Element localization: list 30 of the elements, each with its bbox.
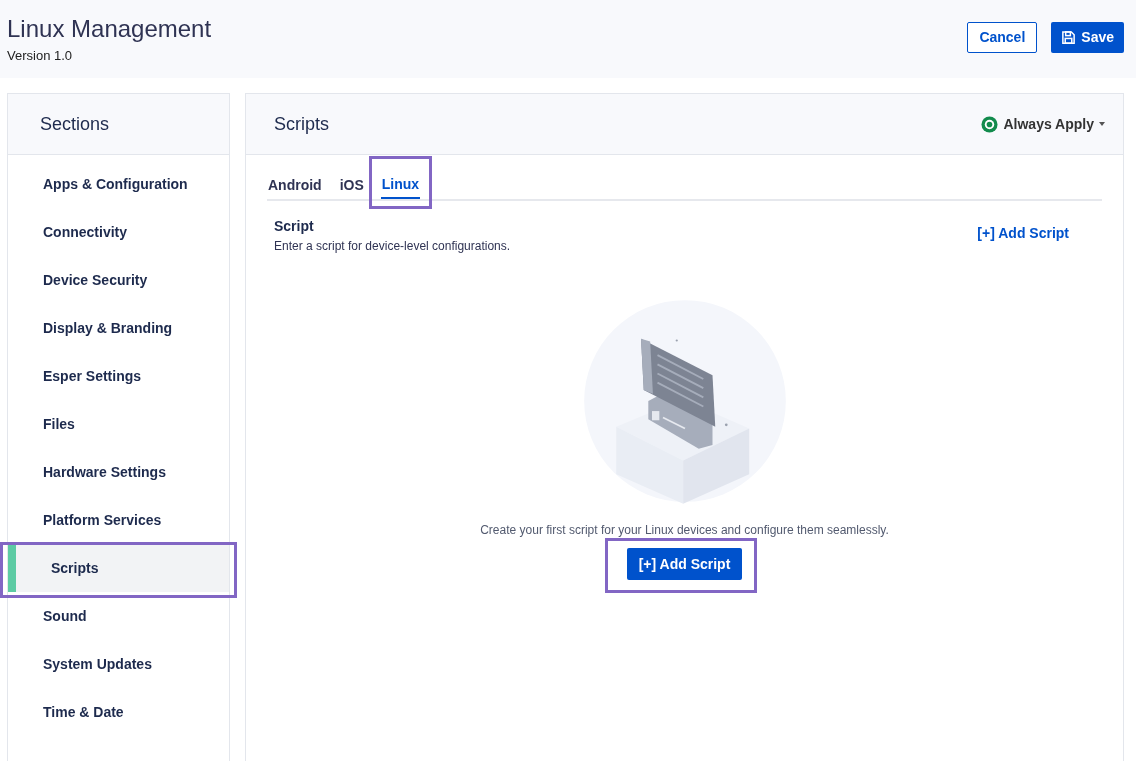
- section-item[interactable]: Esper Settings: [8, 352, 229, 400]
- save-button[interactable]: Save: [1051, 22, 1124, 53]
- empty-message: Create your first script for your Linux devices and configure them seamlessly.: [480, 522, 889, 539]
- version-label: Version 1.0: [7, 47, 74, 65]
- section-item[interactable]: System Updates: [8, 640, 229, 688]
- platform-tab[interactable]: Android: [267, 171, 323, 199]
- section-item[interactable]: Apps & Configuration: [8, 160, 229, 208]
- panel-title: Scripts: [274, 112, 329, 136]
- sections-title: Sections: [40, 112, 110, 136]
- section-item[interactable]: Files: [8, 400, 229, 448]
- caret-icon: [1099, 122, 1105, 126]
- platform-tab[interactable]: iOS: [338, 171, 365, 199]
- save-icon: [1061, 30, 1077, 45]
- section-item[interactable]: Display & Branding: [8, 304, 229, 352]
- section-item[interactable]: Time & Date: [8, 688, 229, 736]
- target-icon: [981, 115, 999, 133]
- section-item[interactable]: Platform Services: [8, 496, 229, 544]
- apply-dropdown[interactable]: Always Apply: [981, 113, 1105, 135]
- section-item[interactable]: Hardware Settings: [8, 448, 229, 496]
- section-heading: Script: [274, 217, 315, 236]
- section-item[interactable]: Connectivity: [8, 208, 229, 256]
- section-item[interactable]: Device Security: [8, 256, 229, 304]
- section-item[interactable]: Sound: [8, 592, 229, 640]
- add-script-button[interactable]: [+] Add Script: [626, 548, 743, 580]
- add-script-link[interactable]: [+] Add Script: [977, 223, 1069, 244]
- cancel-button[interactable]: Cancel: [967, 22, 1038, 53]
- page-title: Linux Management: [7, 14, 212, 44]
- section-item[interactable]: Scripts: [8, 544, 229, 592]
- section-description: Enter a script for device-level configurations.: [274, 238, 511, 255]
- platform-tab[interactable]: Linux: [380, 171, 421, 199]
